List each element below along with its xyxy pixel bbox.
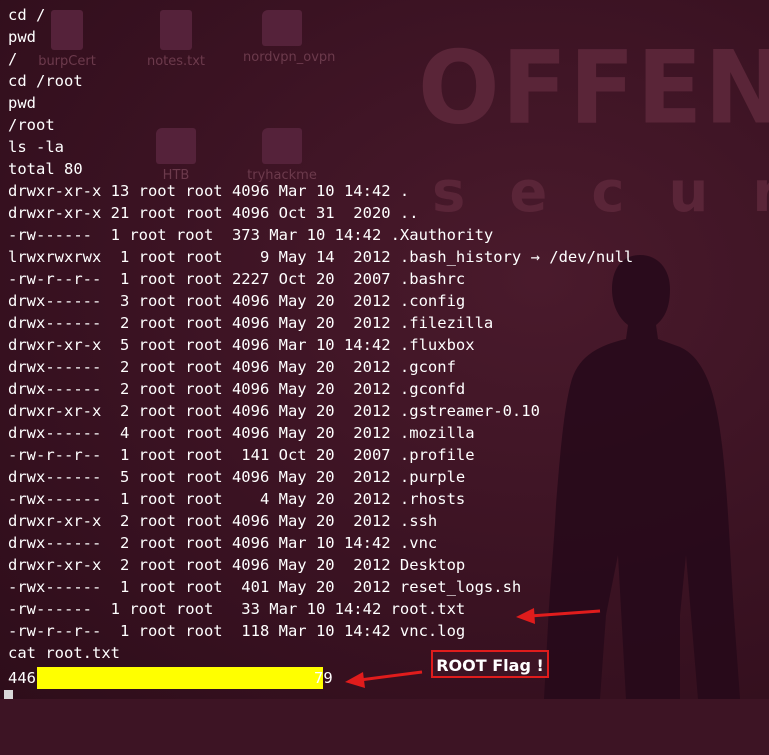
annotation-arrows (345, 608, 601, 688)
arrow-root-flag-icon (345, 670, 423, 688)
arrow-root-txt-icon (516, 608, 601, 624)
root-flag-callout: ROOT Flag ! (431, 650, 549, 678)
terminal-cursor (4, 690, 13, 699)
